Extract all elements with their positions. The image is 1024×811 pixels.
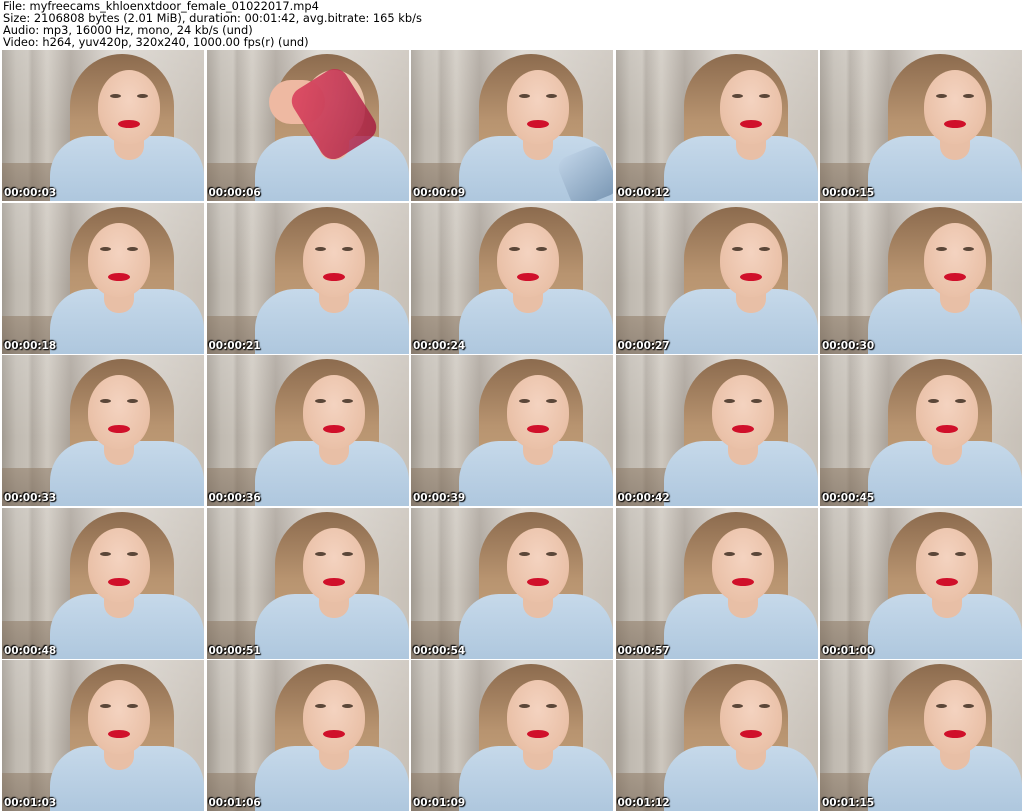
info-header: File: myfreecams_khloenxtdoor_female_010… <box>3 0 1021 50</box>
thumbnail-timestamp: 00:00:45 <box>822 492 875 504</box>
thumbnail: 00:00:48 <box>2 507 204 659</box>
thumbnail-timestamp: 00:00:54 <box>413 644 466 657</box>
thumbnail: 00:00:18 <box>2 202 204 354</box>
thumbnail-timestamp: 00:00:36 <box>208 492 261 504</box>
thumbnail: 00:00:45 <box>820 355 1022 506</box>
thumbnail: 00:00:24 <box>411 202 613 354</box>
thumbnail-timestamp: 00:00:06 <box>208 187 261 199</box>
thumbnail-timestamp: 00:01:12 <box>617 797 670 809</box>
thumbnail: 00:00:39 <box>411 355 613 506</box>
thumbnail: 00:00:12 <box>615 50 818 201</box>
thumbnail-timestamp: 00:00:03 <box>4 187 57 199</box>
thumbnail-timestamp: 00:00:24 <box>413 339 466 352</box>
thumbnail: 00:00:27 <box>615 202 818 354</box>
thumbnail: 00:01:15 <box>820 660 1022 811</box>
thumbnail-timestamp: 00:00:57 <box>617 644 670 657</box>
thumbnail: 00:00:21 <box>206 202 409 354</box>
thumbnail-timestamp: 00:00:09 <box>413 187 466 199</box>
thumbnail: 00:01:12 <box>615 660 818 811</box>
thumbnail: 00:00:30 <box>820 202 1022 354</box>
thumbnail: 00:00:09 <box>411 50 613 201</box>
thumbnail-timestamp: 00:00:39 <box>413 492 466 504</box>
thumbnail: 00:00:36 <box>206 355 409 506</box>
thumbnail: 00:00:06 <box>206 50 409 201</box>
thumbnail-timestamp: 00:00:51 <box>208 644 261 657</box>
thumbnail-grid: 00:00:03 00:00:06 00:00:09 00:00:12 00:0… <box>0 50 1022 811</box>
thumbnail: 00:01:03 <box>2 660 204 811</box>
thumbnail-timestamp: 00:00:30 <box>822 339 875 352</box>
thumbnail: 00:00:15 <box>820 50 1022 201</box>
thumbnail: 00:01:09 <box>411 660 613 811</box>
thumbnail-timestamp: 00:00:27 <box>617 339 670 352</box>
thumbnail-timestamp: 00:00:12 <box>617 187 670 199</box>
thumbnail-timestamp: 00:00:33 <box>4 492 57 504</box>
thumbnail-timestamp: 00:00:42 <box>617 492 670 504</box>
thumbnail-timestamp: 00:01:06 <box>208 797 261 809</box>
thumbnail: 00:00:03 <box>2 50 204 201</box>
thumbnail-timestamp: 00:00:21 <box>208 339 261 352</box>
thumbnail: 00:00:57 <box>615 507 818 659</box>
thumbnail-timestamp: 00:00:15 <box>822 187 875 199</box>
thumbnail-timestamp: 00:01:15 <box>822 797 875 809</box>
thumbnail-timestamp: 00:00:18 <box>4 339 57 352</box>
thumbnail: 00:00:33 <box>2 355 204 506</box>
thumbnail: 00:00:42 <box>615 355 818 506</box>
thumbnail: 00:01:00 <box>820 507 1022 659</box>
thumbnail: 00:01:06 <box>206 660 409 811</box>
thumbnail-timestamp: 00:00:48 <box>4 644 57 657</box>
video-line: Video: h264, yuv420p, 320x240, 1000.00 f… <box>3 35 309 50</box>
thumbnail: 00:00:51 <box>206 507 409 659</box>
thumbnail-timestamp: 00:01:03 <box>4 797 57 809</box>
thumbnail: 00:00:54 <box>411 507 613 659</box>
thumbnail-timestamp: 00:01:00 <box>822 644 875 657</box>
thumbnail-timestamp: 00:01:09 <box>413 797 466 809</box>
